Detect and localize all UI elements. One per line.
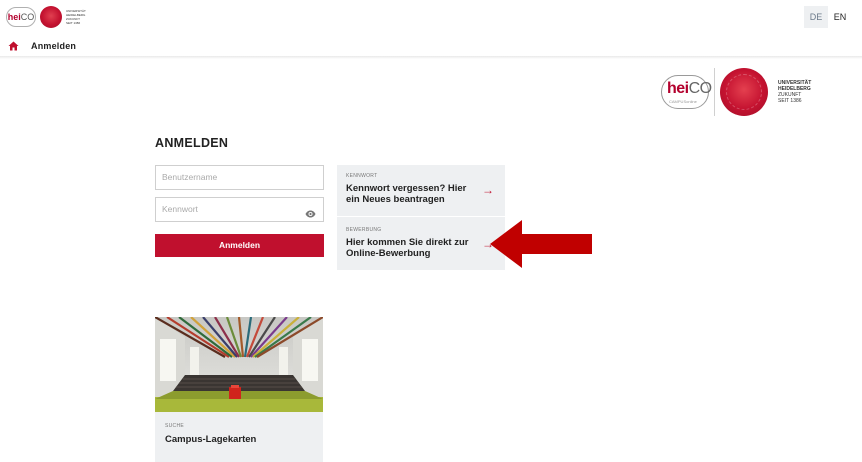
- login-button[interactable]: Anmelden: [155, 234, 324, 257]
- heico-logo-small: hei CO: [6, 7, 36, 27]
- tile-caption: KENNWORT: [346, 173, 378, 179]
- university-seal-small: [40, 6, 62, 28]
- logo-divider: [714, 68, 715, 116]
- password-input[interactable]: Kennwort: [155, 197, 324, 222]
- breadcrumb-label: Anmelden: [31, 41, 77, 51]
- language-en[interactable]: EN: [828, 6, 852, 28]
- tile-title: Kennwort vergessen? Hier ein Neues beant…: [346, 183, 467, 205]
- tile-caption: BEWERBUNG: [346, 227, 382, 233]
- card-title: Campus-Lagekarten: [165, 434, 257, 445]
- lecture-hall-photo: [155, 317, 323, 412]
- wordmark-line: SEIT 1386: [778, 98, 802, 104]
- language-switcher: DE EN: [804, 6, 852, 28]
- top-bar: hei CO UNIVERSITÄT HEIDELBERG ZUKUNFT SEI…: [0, 0, 862, 36]
- branding-logo: heiCO CAMPUSonline UNIVERSITÄT HEIDELBER…: [661, 68, 811, 116]
- university-wordmark: UNIVERSITÄT HEIDELBERG ZUKUNFT SEIT 1386: [778, 80, 811, 104]
- breadcrumb: Anmelden: [8, 39, 76, 53]
- forgot-password-tile[interactable]: KENNWORT Kennwort vergessen? Hier ein Ne…: [337, 165, 505, 216]
- campus-map-card[interactable]: SUCHE Campus-Lagekarten: [155, 317, 323, 462]
- university-wordmark-small: UNIVERSITÄT HEIDELBERG ZUKUNFT SEIT 1386: [66, 9, 86, 25]
- online-application-tile[interactable]: BEWERBUNG Hier kommen Sie direkt zur Onl…: [337, 217, 505, 270]
- language-de[interactable]: DE: [804, 6, 828, 28]
- home-icon[interactable]: [8, 41, 19, 51]
- header-logo[interactable]: hei CO UNIVERSITÄT HEIDELBERG ZUKUNFT SEI…: [6, 6, 86, 28]
- wordmark-line: SEIT 1386: [66, 21, 81, 25]
- annotation-arrow-icon: [490, 220, 592, 268]
- card-caption: SUCHE: [165, 423, 185, 429]
- university-seal: [720, 68, 768, 116]
- nav-divider: [0, 56, 862, 59]
- arrow-right-icon: →: [482, 183, 494, 197]
- tile-title: Hier kommen Sie direkt zur Online-Bewerb…: [346, 237, 469, 259]
- eye-icon[interactable]: [305, 205, 316, 218]
- username-input[interactable]: Benutzername: [155, 165, 324, 190]
- heico-logo: heiCO CAMPUSonline: [661, 75, 712, 109]
- heico-subtitle: CAMPUSonline: [669, 99, 697, 104]
- login-heading: ANMELDEN: [155, 136, 229, 150]
